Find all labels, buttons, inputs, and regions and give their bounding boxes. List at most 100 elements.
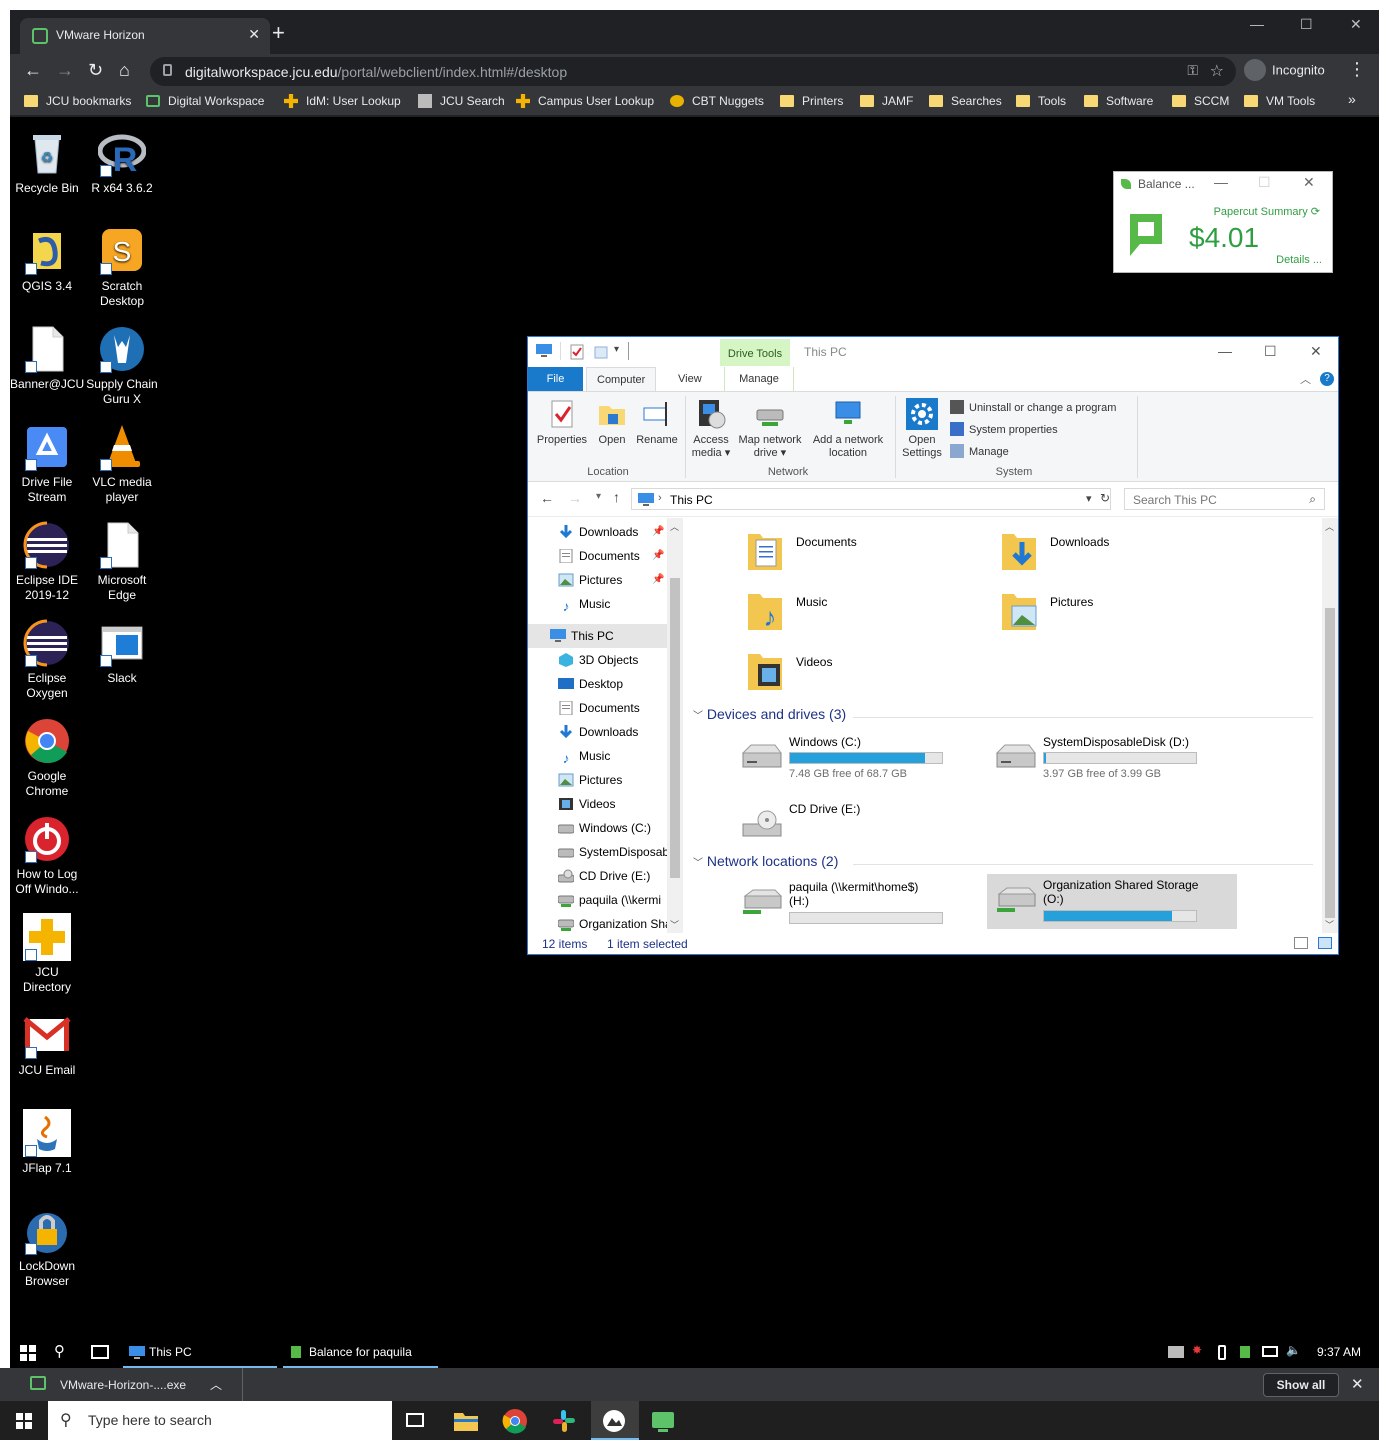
tab-computer[interactable]: Computer [586, 367, 657, 391]
forward-icon[interactable]: → [56, 60, 74, 80]
scroll-up-icon[interactable]: ︿ [1325, 520, 1334, 533]
nav-item-windows-c[interactable]: Windows (C:) [528, 816, 668, 840]
task-view-icon[interactable] [406, 1413, 424, 1427]
recent-locations-icon[interactable]: ▾ [596, 491, 601, 502]
rename-button[interactable]: Rename [632, 398, 682, 447]
desktop-icon-qgis[interactable]: QGIS 3.4 [10, 227, 84, 294]
bookmark-printers[interactable]: Printers [780, 94, 843, 108]
bookmark-jcu-bookmarks[interactable]: JCU bookmarks [24, 94, 131, 108]
bookmark-vm-tools[interactable]: VM Tools [1244, 94, 1315, 108]
desktop-icon-scratch[interactable]: S Scratch Desktop [85, 227, 159, 309]
clock[interactable]: 9:37 AM [1317, 1345, 1361, 1359]
bookmark-searches[interactable]: Searches [929, 94, 1002, 108]
search-input[interactable]: Search This PC ⌕ [1124, 488, 1325, 510]
open-button[interactable]: Open [594, 398, 630, 447]
maximize-icon[interactable]: ☐ [1264, 343, 1277, 360]
nav-item-music[interactable]: ♪ Music [528, 744, 668, 768]
maximize-icon[interactable]: ☐ [1300, 16, 1313, 33]
desktop-icon-google-chrome[interactable]: Google Chrome [10, 717, 84, 799]
bookmark-star-icon[interactable]: ☆ [1210, 61, 1224, 81]
back-icon[interactable]: ← [540, 490, 554, 506]
file-explorer-icon[interactable] [453, 1408, 479, 1434]
more-bookmarks-icon[interactable]: » [1348, 91, 1356, 107]
uninstall-program-button[interactable]: Uninstall or change a program [950, 400, 1116, 414]
map-network-drive-button[interactable]: Map network drive ▾ [734, 398, 806, 460]
vmware-tray-icon[interactable] [1168, 1346, 1184, 1358]
desktop-icon-vlc[interactable]: VLC media player [85, 423, 159, 505]
drive-windows-c[interactable]: Windows (C:) 7.48 GB free of 68.7 GB [733, 731, 983, 786]
details-view-icon[interactable] [1294, 937, 1308, 949]
desktop-icon-jcu-email[interactable]: JCU Email [10, 1011, 84, 1078]
scroll-up-icon[interactable]: ︿ [670, 520, 679, 533]
system-properties-button[interactable]: System properties [950, 422, 1058, 436]
properties-button[interactable]: Properties [534, 398, 590, 447]
nav-item-desktop[interactable]: Desktop [528, 672, 668, 696]
network-drive-paquila-h[interactable]: paquila (\\kermit\home$) (H:) [733, 876, 983, 931]
incognito-badge[interactable]: Incognito [1244, 59, 1325, 82]
desktop-icon-lockdown-browser[interactable]: LockDown Browser [10, 1207, 84, 1289]
volume-tray-icon[interactable]: 🔈 [1286, 1343, 1301, 1357]
bookmark-campus-user-lookup[interactable]: Campus User Lookup [516, 94, 654, 108]
drive-cd-e[interactable]: CD Drive (E:) [733, 798, 983, 853]
alert-tray-icon[interactable]: ✸ [1192, 1343, 1202, 1357]
download-item[interactable]: VMware-Horizon-....exe ︿ [0, 1368, 243, 1401]
nav-item-downloads[interactable]: Downloads [528, 720, 668, 744]
scroll-down-icon[interactable]: ﹀ [670, 918, 679, 931]
forward-icon[interactable]: → [568, 490, 582, 506]
new-folder-qa-icon[interactable] [594, 344, 608, 360]
tab-manage[interactable]: Manage [724, 367, 794, 391]
content-scroll-thumb[interactable] [1325, 608, 1335, 918]
nav-item-cd-drive[interactable]: CD Drive (E:) [528, 864, 668, 888]
open-settings-button[interactable]: Open Settings [900, 398, 944, 460]
desktop-icon-slack[interactable]: Slack [85, 619, 159, 686]
minimize-icon[interactable]: — [1218, 343, 1232, 359]
tab-file[interactable]: File [528, 367, 583, 391]
bookmark-cbt-nuggets[interactable]: CBT Nuggets [670, 94, 764, 108]
desktop-icon-recycle-bin[interactable]: ♻ Recycle Bin [10, 129, 84, 196]
nav-scroll-thumb[interactable] [670, 578, 680, 878]
desktop-icon-r[interactable]: R R x64 3.6.2 [85, 129, 159, 196]
close-tab-icon[interactable]: ✕ [248, 26, 260, 43]
papercut-tray-icon[interactable] [1240, 1346, 1250, 1358]
nav-item-documents[interactable]: Documents [528, 696, 668, 720]
desktop-icon-eclipse-ide[interactable]: Eclipse IDE 2019-12 [10, 521, 84, 603]
usb-tray-icon[interactable] [1218, 1345, 1226, 1360]
nav-scrollbar[interactable]: ︿ ﹀ [667, 518, 683, 933]
bookmark-idm-user-lookup[interactable]: IdM: User Lookup [284, 94, 401, 108]
nav-item-3d-objects[interactable]: 3D Objects [528, 648, 668, 672]
search-icon[interactable]: ⚲ [54, 1342, 65, 1360]
windows-start-icon[interactable] [20, 1345, 36, 1361]
nav-item-this-pc[interactable]: This PC [528, 624, 668, 648]
network-locations-header[interactable]: ﹀ Network locations (2) [693, 853, 838, 869]
customize-qa-icon[interactable]: ▾ [614, 344, 619, 355]
taskbar-search-input[interactable]: ⚲ Type here to search [48, 1401, 392, 1440]
desktop-icon-banner[interactable]: Banner@JCU [10, 325, 84, 392]
taskbar-app-balance[interactable]: Balance for paquila [283, 1337, 438, 1368]
nav-item-videos[interactable]: Videos [528, 792, 668, 816]
nav-item-paquila[interactable]: paquila (\\kermi [528, 888, 668, 912]
nav-item-system-disposable[interactable]: SystemDisposab [528, 840, 668, 864]
details-link[interactable]: Details ... [1276, 254, 1322, 266]
bookmark-digital-workspace[interactable]: Digital Workspace [146, 94, 264, 108]
nav-item-pictures[interactable]: Pictures [528, 768, 668, 792]
desktop-icon-microsoft-edge[interactable]: Microsoft Edge [85, 521, 159, 603]
desktop-icon-log-off[interactable]: How to Log Off Windo... [10, 815, 84, 897]
minimize-icon[interactable]: — [1214, 174, 1228, 190]
menu-kebab-icon[interactable]: ⋮ [1348, 59, 1366, 80]
key-icon[interactable]: ⚿ [1187, 62, 1198, 79]
home-icon[interactable]: ⌂ [119, 60, 130, 80]
bookmark-jamf[interactable]: JAMF [860, 94, 913, 108]
address-bar[interactable]: digitalworkspace.jcu.edu/portal/webclien… [150, 57, 1236, 86]
taskbar-app-active[interactable] [591, 1401, 639, 1440]
nav-item-music-quick[interactable]: ♪ Music [528, 592, 668, 616]
desktop-icon-drive-file-stream[interactable]: Drive File Stream [10, 423, 84, 505]
desktop-icon-supply-chain-guru[interactable]: Supply Chain Guru X [85, 325, 159, 407]
refresh-icon[interactable]: ↻ [1100, 491, 1110, 505]
manage-button[interactable]: Manage [950, 444, 1009, 458]
bookmark-tools[interactable]: Tools [1016, 94, 1066, 108]
back-icon[interactable]: ← [24, 60, 42, 80]
chevron-up-icon[interactable]: ︿ [210, 1376, 222, 1393]
collapse-ribbon-icon[interactable]: ︿ [1300, 371, 1311, 387]
taskbar-app-this-pc[interactable]: This PC [123, 1337, 277, 1368]
address-dropdown-icon[interactable]: ▾ [1086, 492, 1092, 505]
